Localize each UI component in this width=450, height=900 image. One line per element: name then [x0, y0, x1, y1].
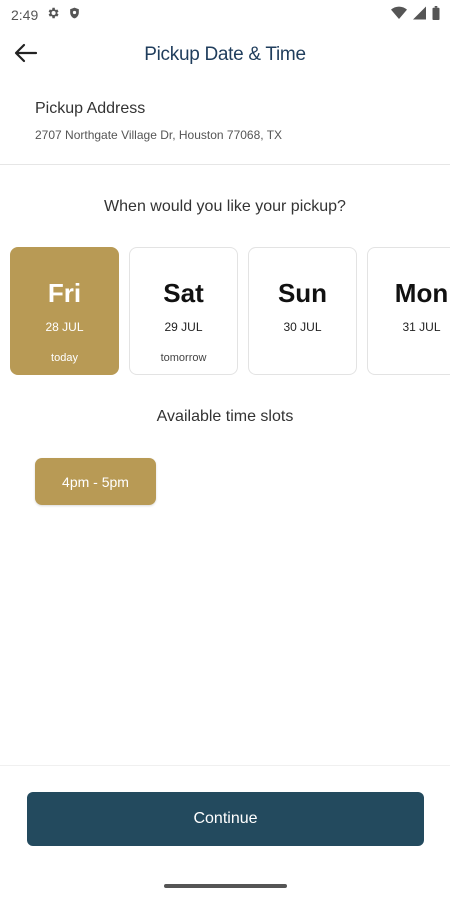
section-divider [0, 164, 450, 165]
status-bar: 2:49 [0, 0, 450, 30]
address-label: Pickup Address [35, 100, 146, 117]
day-card-sun[interactable]: Sun 30 JUL [248, 247, 357, 375]
signal-icon [413, 6, 426, 25]
day-name: Fri [47, 278, 82, 308]
app-bar: Pickup Date & Time [0, 34, 450, 76]
day-name: Sat [163, 278, 204, 308]
day-date: 28 JUL [45, 320, 84, 334]
settings-icon [46, 6, 60, 25]
continue-button[interactable]: Continue [27, 792, 424, 846]
time-slot-button[interactable]: 4pm - 5pm [35, 458, 156, 505]
day-selector[interactable]: Fri 28 JUL today Sat 29 JUL tomorrow Sun… [10, 247, 450, 375]
day-card-fri[interactable]: Fri 28 JUL today [10, 247, 119, 375]
pickup-question: When would you like your pickup? [104, 198, 346, 215]
page-title: Pickup Date & Time [144, 44, 306, 65]
shield-icon [68, 6, 81, 25]
wifi-icon [391, 6, 407, 25]
day-name: Mon [394, 278, 449, 308]
time-slots-title: Available time slots [156, 408, 294, 425]
battery-icon [432, 5, 440, 25]
day-note: tomorrow [160, 352, 207, 364]
status-right [391, 5, 440, 25]
pickup-address-section: Pickup Address 2707 Northgate Village Dr… [35, 100, 430, 142]
address-value: 2707 Northgate Village Dr, Houston 77068… [35, 128, 283, 142]
day-date: 29 JUL [164, 320, 203, 334]
day-note: today [51, 352, 78, 364]
day-card-sat[interactable]: Sat 29 JUL tomorrow [129, 247, 238, 375]
footer-divider [0, 765, 450, 766]
home-indicator[interactable] [164, 884, 287, 888]
status-left: 2:49 [11, 6, 81, 25]
day-name: Sun [277, 278, 328, 308]
day-date: 30 JUL [283, 320, 322, 334]
day-card-mon[interactable]: Mon 31 JUL [367, 247, 450, 375]
status-time: 2:49 [11, 7, 39, 23]
day-date: 31 JUL [402, 320, 441, 334]
